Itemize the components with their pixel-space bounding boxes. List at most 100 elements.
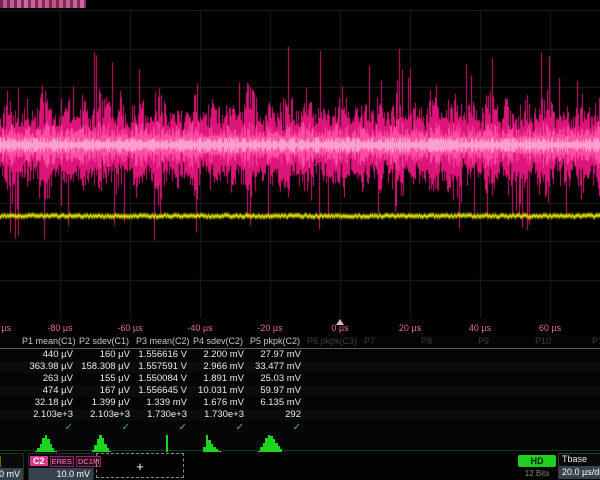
measurement-value: 32.18 µV	[21, 397, 78, 409]
c2-descriptor-title: C2 ERES DC1M	[29, 454, 93, 467]
measurement-table-header: P1 mean(C1)P2 sdev(C1)P3 mean(C2)P4 sdev…	[0, 335, 600, 349]
timebase-scale-value: 20.0 µs/div	[559, 466, 600, 478]
c2-channel-badge: C2	[30, 456, 48, 466]
measurement-value: 1.676 mV	[192, 397, 249, 409]
measurement-value	[591, 373, 600, 385]
measurement-value: 2.103e+3	[21, 409, 78, 421]
measurement-value	[591, 361, 600, 373]
measurement-value: 263 µV	[21, 373, 78, 385]
measurement-status-check	[591, 421, 600, 434]
measurement-status-check	[534, 421, 591, 434]
measurement-value	[477, 361, 534, 373]
time-axis-label: 40 µs	[469, 323, 491, 333]
measurement-value	[591, 349, 600, 361]
measurement-status-check: ✓	[192, 421, 249, 434]
measurement-value	[363, 385, 420, 397]
time-axis-label: 60 µs	[539, 323, 561, 333]
measurement-value	[477, 409, 534, 421]
measurement-value: 363.98 µV	[21, 361, 78, 373]
measurement-column-header[interactable]: P6 pkpk(C3)	[306, 335, 363, 348]
measurement-column-header[interactable]: P9	[477, 335, 534, 348]
measurement-column-header[interactable]: P4 sdev(C2)	[192, 335, 249, 348]
measurement-value	[363, 361, 420, 373]
measurement-value: 1.556616 V	[135, 349, 192, 361]
measurement-value: 167 µV	[78, 385, 135, 397]
measurement-value: 33.477 mV	[249, 361, 306, 373]
time-axis-label: -100 µs	[0, 323, 11, 333]
measurement-value	[477, 385, 534, 397]
measurement-status-check: ✓	[78, 421, 135, 434]
time-axis-label: 0 µs	[331, 323, 348, 333]
measurement-table-row: 32.18 µV1.399 µV1.339 mV1.676 mV6.135 mV	[0, 397, 600, 409]
c1-coupling-badge: DC1M	[0, 456, 1, 467]
time-axis: -100 µs-80 µs-60 µs-40 µs-20 µs0 µs20 µs…	[0, 318, 600, 335]
c1-scale-value: 10.0 mV	[0, 468, 23, 480]
measurement-value	[420, 397, 477, 409]
measurement-value	[534, 361, 591, 373]
measurement-value: 2.103e+3	[78, 409, 135, 421]
measurement-table-row: 440 µV160 µV1.556616 V2.200 mV27.97 mV	[0, 349, 600, 361]
measurement-value	[591, 409, 600, 421]
timebase-descriptor[interactable]: Tbase 20.0 µs/div	[558, 453, 600, 479]
time-axis-label: -40 µs	[187, 323, 212, 333]
measurement-value	[306, 349, 363, 361]
measurement-value: 1.557591 V	[135, 361, 192, 373]
measurement-value: 2.200 mV	[192, 349, 249, 361]
hd-mode-badge[interactable]: HD	[518, 455, 556, 467]
measurement-table-body: 440 µV160 µV1.556616 V2.200 mV27.97 mV36…	[0, 349, 600, 421]
measurement-column-header[interactable]: P7	[363, 335, 420, 348]
measurement-value: 1.550084 V	[135, 373, 192, 385]
time-axis-label: -20 µs	[257, 323, 282, 333]
channel-descriptor-c1[interactable]: C1 DC1M 10.0 mV	[0, 453, 24, 479]
measurement-table[interactable]: P1 mean(C1)P2 sdev(C1)P3 mean(C2)P4 sdev…	[0, 335, 600, 456]
measurement-column-header[interactable]: P3 mean(C2)	[135, 335, 192, 348]
measurement-value: 1.339 mV	[135, 397, 192, 409]
waveform-grid[interactable]	[0, 10, 600, 318]
measurement-value: 25.03 mV	[249, 373, 306, 385]
c1-descriptor-title: C1 DC1M	[0, 454, 23, 467]
hd-bits-label: 12 Bits	[516, 469, 558, 478]
measurement-value	[420, 349, 477, 361]
measurement-table-row: 2.103e+32.103e+31.730e+31.730e+3292	[0, 409, 600, 421]
measurement-value	[420, 373, 477, 385]
measurement-column-header[interactable]: P11	[591, 335, 600, 348]
add-trace-button[interactable]: +	[96, 453, 184, 478]
measurement-value: 27.97 mV	[249, 349, 306, 361]
toolbar-top-divider	[0, 450, 600, 451]
measurement-value	[363, 409, 420, 421]
measurement-value	[306, 397, 363, 409]
measurement-value: 1.730e+3	[135, 409, 192, 421]
measurement-status-check	[306, 421, 363, 434]
measurement-column-header[interactable]: P1 mean(C1)	[21, 335, 78, 348]
measurement-value: 1.891 mV	[192, 373, 249, 385]
measurement-value	[534, 373, 591, 385]
time-axis-label: 20 µs	[399, 323, 421, 333]
measurement-value	[306, 385, 363, 397]
measurement-status-check	[420, 421, 477, 434]
channel-descriptor-c2[interactable]: C2 ERES DC1M 10.0 mV	[28, 453, 94, 479]
measurement-value	[363, 349, 420, 361]
measurement-table-row: 263 µV155 µV1.550084 V1.891 mV25.03 mV	[0, 373, 600, 385]
measurement-value: 1.730e+3	[192, 409, 249, 421]
measurement-value: 1.556645 V	[135, 385, 192, 397]
waveform-canvas	[0, 10, 600, 318]
measurement-value	[477, 373, 534, 385]
measurement-column-header[interactable]: P5 pkpk(C2)	[249, 335, 306, 348]
measurement-status-row: ✓✓✓✓✓	[0, 421, 600, 434]
measurement-table-row: 363.98 µV158.308 µV1.557591 V2.966 mV33.…	[0, 361, 600, 373]
measurement-value	[363, 373, 420, 385]
measurement-value	[363, 397, 420, 409]
measurement-value: 59.97 mV	[249, 385, 306, 397]
measurement-value	[306, 361, 363, 373]
measurement-value: 6.135 mV	[249, 397, 306, 409]
measurement-column-header[interactable]: P8	[420, 335, 477, 348]
bottom-toolbar: C1 DC1M 10.0 mV C2 ERES DC1M 10.0 mV + H…	[0, 452, 600, 480]
measurement-column-header[interactable]: P2 sdev(C1)	[78, 335, 135, 348]
measurement-value	[534, 409, 591, 421]
oscilloscope-screen: -100 µs-80 µs-60 µs-40 µs-20 µs0 µs20 µs…	[0, 0, 600, 480]
measurement-value: 158.308 µV	[78, 361, 135, 373]
measurement-column-header[interactable]: P10	[534, 335, 591, 348]
time-axis-label: -80 µs	[47, 323, 72, 333]
measurement-status-check: ✓	[21, 421, 78, 434]
measurement-value	[591, 385, 600, 397]
